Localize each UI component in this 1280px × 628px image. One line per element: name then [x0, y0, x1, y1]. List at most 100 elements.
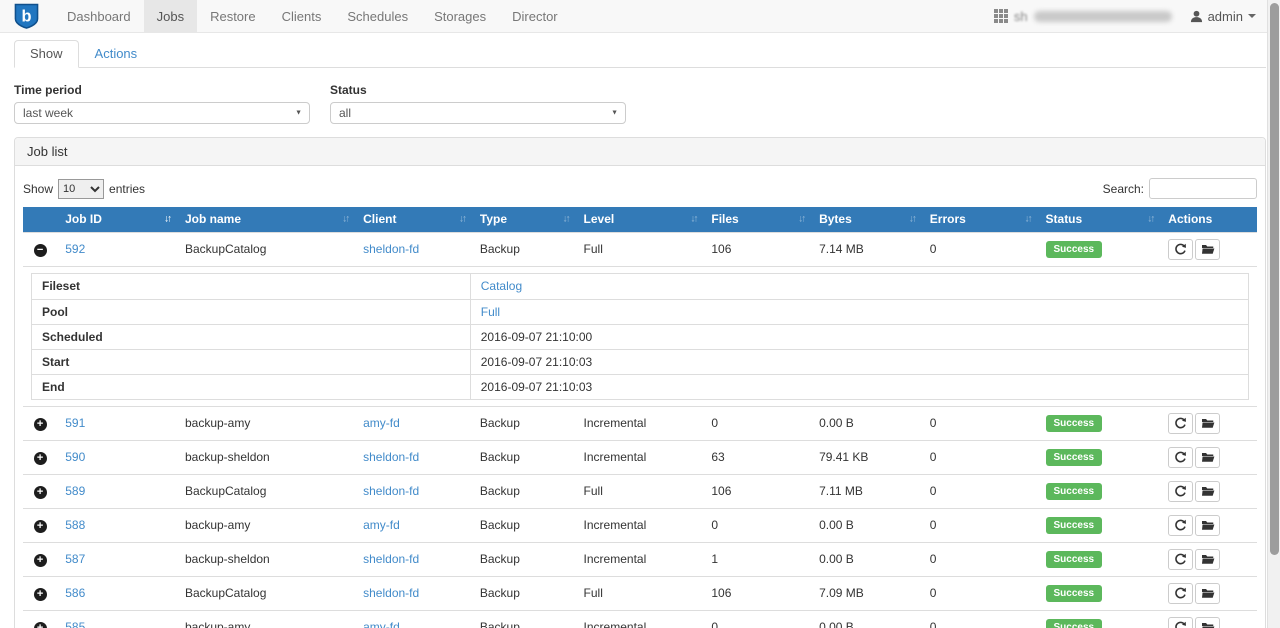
search-input[interactable]	[1149, 178, 1257, 199]
job-log-icon	[1201, 451, 1215, 463]
job-id-link[interactable]: 585	[65, 620, 85, 628]
job-log-button[interactable]	[1195, 413, 1220, 434]
column-header-job-name[interactable]: Job name↓↑	[177, 207, 355, 232]
jobs-table-body: −592BackupCatalogsheldon-fdBackupFull106…	[23, 232, 1257, 628]
job-id-link[interactable]: 590	[65, 450, 85, 464]
job-row-585: +585backup-amyamy-fdBackupIncremental00.…	[23, 610, 1257, 628]
sort-icon: ↓↑	[798, 214, 806, 225]
column-header-errors[interactable]: Errors↓↑	[922, 207, 1038, 232]
job-id-link[interactable]: 589	[65, 484, 85, 498]
expand-row-button[interactable]: +	[34, 554, 47, 567]
job-id-link[interactable]: 588	[65, 518, 85, 532]
nav-item-restore[interactable]: Restore	[197, 0, 269, 32]
job-name-cell: BackupCatalog	[177, 232, 355, 266]
column-header-files[interactable]: Files↓↑	[703, 207, 811, 232]
nav-item-jobs[interactable]: Jobs	[144, 0, 197, 32]
user-menu[interactable]: admin	[1190, 9, 1256, 24]
column-header-client[interactable]: Client↓↑	[355, 207, 472, 232]
expand-row-button[interactable]: +	[34, 520, 47, 533]
client-link[interactable]: sheldon-fd	[363, 552, 419, 566]
status-badge: Success	[1046, 415, 1103, 432]
client-link[interactable]: sheldon-fd	[363, 450, 419, 464]
expand-row-button[interactable]: +	[34, 452, 47, 465]
panel-body: Show 10 entries Search: Job ID↓↑Job name…	[15, 166, 1265, 628]
jobs-table: Job ID↓↑Job name↓↑Client↓↑Type↓↑Level↓↑F…	[23, 207, 1257, 628]
expand-row-button[interactable]: +	[34, 418, 47, 431]
rerun-job-button[interactable]	[1168, 239, 1193, 260]
job-log-icon	[1201, 621, 1215, 628]
director-host-menu[interactable]: sh	[994, 9, 1172, 24]
job-files-cell: 0	[703, 610, 811, 628]
sort-icon: ↓↑	[1025, 214, 1033, 225]
job-id-link[interactable]: 586	[65, 586, 85, 600]
entries-suffix-label: entries	[109, 182, 145, 196]
rerun-job-button[interactable]	[1168, 617, 1193, 628]
time-period-select[interactable]: last week	[14, 102, 310, 124]
sort-icon: ↓↑	[342, 214, 350, 225]
nav-item-schedules[interactable]: Schedules	[334, 0, 421, 32]
search-label: Search:	[1103, 182, 1144, 196]
show-entries-label: Show	[23, 182, 53, 196]
job-id-link[interactable]: 592	[65, 242, 85, 256]
job-errors-cell: 0	[922, 440, 1038, 474]
client-link[interactable]: amy-fd	[363, 620, 400, 628]
user-icon	[1190, 10, 1203, 23]
rerun-job-button[interactable]	[1168, 481, 1193, 502]
expand-row-button[interactable]: +	[34, 588, 47, 601]
rerun-job-button[interactable]	[1168, 549, 1193, 570]
job-files-cell: 1	[703, 542, 811, 576]
job-log-icon	[1201, 553, 1215, 565]
rerun-job-button[interactable]	[1168, 515, 1193, 536]
job-errors-cell: 0	[922, 542, 1038, 576]
tab-show[interactable]: Show	[14, 40, 79, 68]
job-files-cell: 0	[703, 508, 811, 542]
status-select[interactable]: all	[330, 102, 626, 124]
client-link[interactable]: sheldon-fd	[363, 242, 419, 256]
column-header-job-id[interactable]: Job ID↓↑	[57, 207, 177, 232]
tab-actions[interactable]: Actions	[79, 40, 154, 68]
bareos-logo[interactable]: b	[0, 0, 54, 32]
scrollbar-thumb[interactable]	[1270, 3, 1279, 555]
job-log-button[interactable]	[1195, 481, 1220, 502]
entries-per-page-select[interactable]: 10	[58, 179, 104, 199]
expand-row-button[interactable]: +	[34, 622, 47, 628]
job-id-link[interactable]: 591	[65, 416, 85, 430]
job-name-cell: BackupCatalog	[177, 474, 355, 508]
column-header-level[interactable]: Level↓↑	[576, 207, 704, 232]
job-bytes-cell: 0.00 B	[811, 406, 922, 440]
job-level-cell: Incremental	[576, 508, 704, 542]
job-files-cell: 0	[703, 406, 811, 440]
column-header-status[interactable]: Status↓↑	[1038, 207, 1161, 232]
detail-line-start: Start2016-09-07 21:10:03	[32, 349, 1248, 374]
rerun-job-button[interactable]	[1168, 583, 1193, 604]
job-log-button[interactable]	[1195, 549, 1220, 570]
collapse-row-button[interactable]: −	[34, 244, 47, 257]
job-detail-box: FilesetCatalogPoolFullScheduled2016-09-0…	[31, 273, 1249, 400]
host-name-redacted	[1034, 11, 1172, 22]
job-log-button[interactable]	[1195, 447, 1220, 468]
jobs-table-header-row: Job ID↓↑Job name↓↑Client↓↑Type↓↑Level↓↑F…	[23, 207, 1257, 232]
nav-item-dashboard[interactable]: Dashboard	[54, 0, 144, 32]
page-scrollbar[interactable]	[1267, 0, 1280, 628]
client-link[interactable]: amy-fd	[363, 416, 400, 430]
detail-value-link[interactable]: Catalog	[481, 279, 522, 293]
job-log-button[interactable]	[1195, 239, 1220, 260]
sort-icon: ↓↑	[1147, 214, 1155, 225]
detail-value: 2016-09-07 21:10:03	[470, 375, 1248, 399]
client-link[interactable]: amy-fd	[363, 518, 400, 532]
rerun-job-button[interactable]	[1168, 447, 1193, 468]
nav-item-clients[interactable]: Clients	[269, 0, 335, 32]
rerun-job-button[interactable]	[1168, 413, 1193, 434]
column-header-bytes[interactable]: Bytes↓↑	[811, 207, 922, 232]
client-link[interactable]: sheldon-fd	[363, 586, 419, 600]
client-link[interactable]: sheldon-fd	[363, 484, 419, 498]
job-log-button[interactable]	[1195, 515, 1220, 536]
nav-item-director[interactable]: Director	[499, 0, 571, 32]
nav-item-storages[interactable]: Storages	[421, 0, 499, 32]
expand-row-button[interactable]: +	[34, 486, 47, 499]
column-header-type[interactable]: Type↓↑	[472, 207, 576, 232]
job-id-link[interactable]: 587	[65, 552, 85, 566]
detail-value-link[interactable]: Full	[481, 305, 500, 319]
job-log-button[interactable]	[1195, 617, 1220, 628]
job-log-button[interactable]	[1195, 583, 1220, 604]
